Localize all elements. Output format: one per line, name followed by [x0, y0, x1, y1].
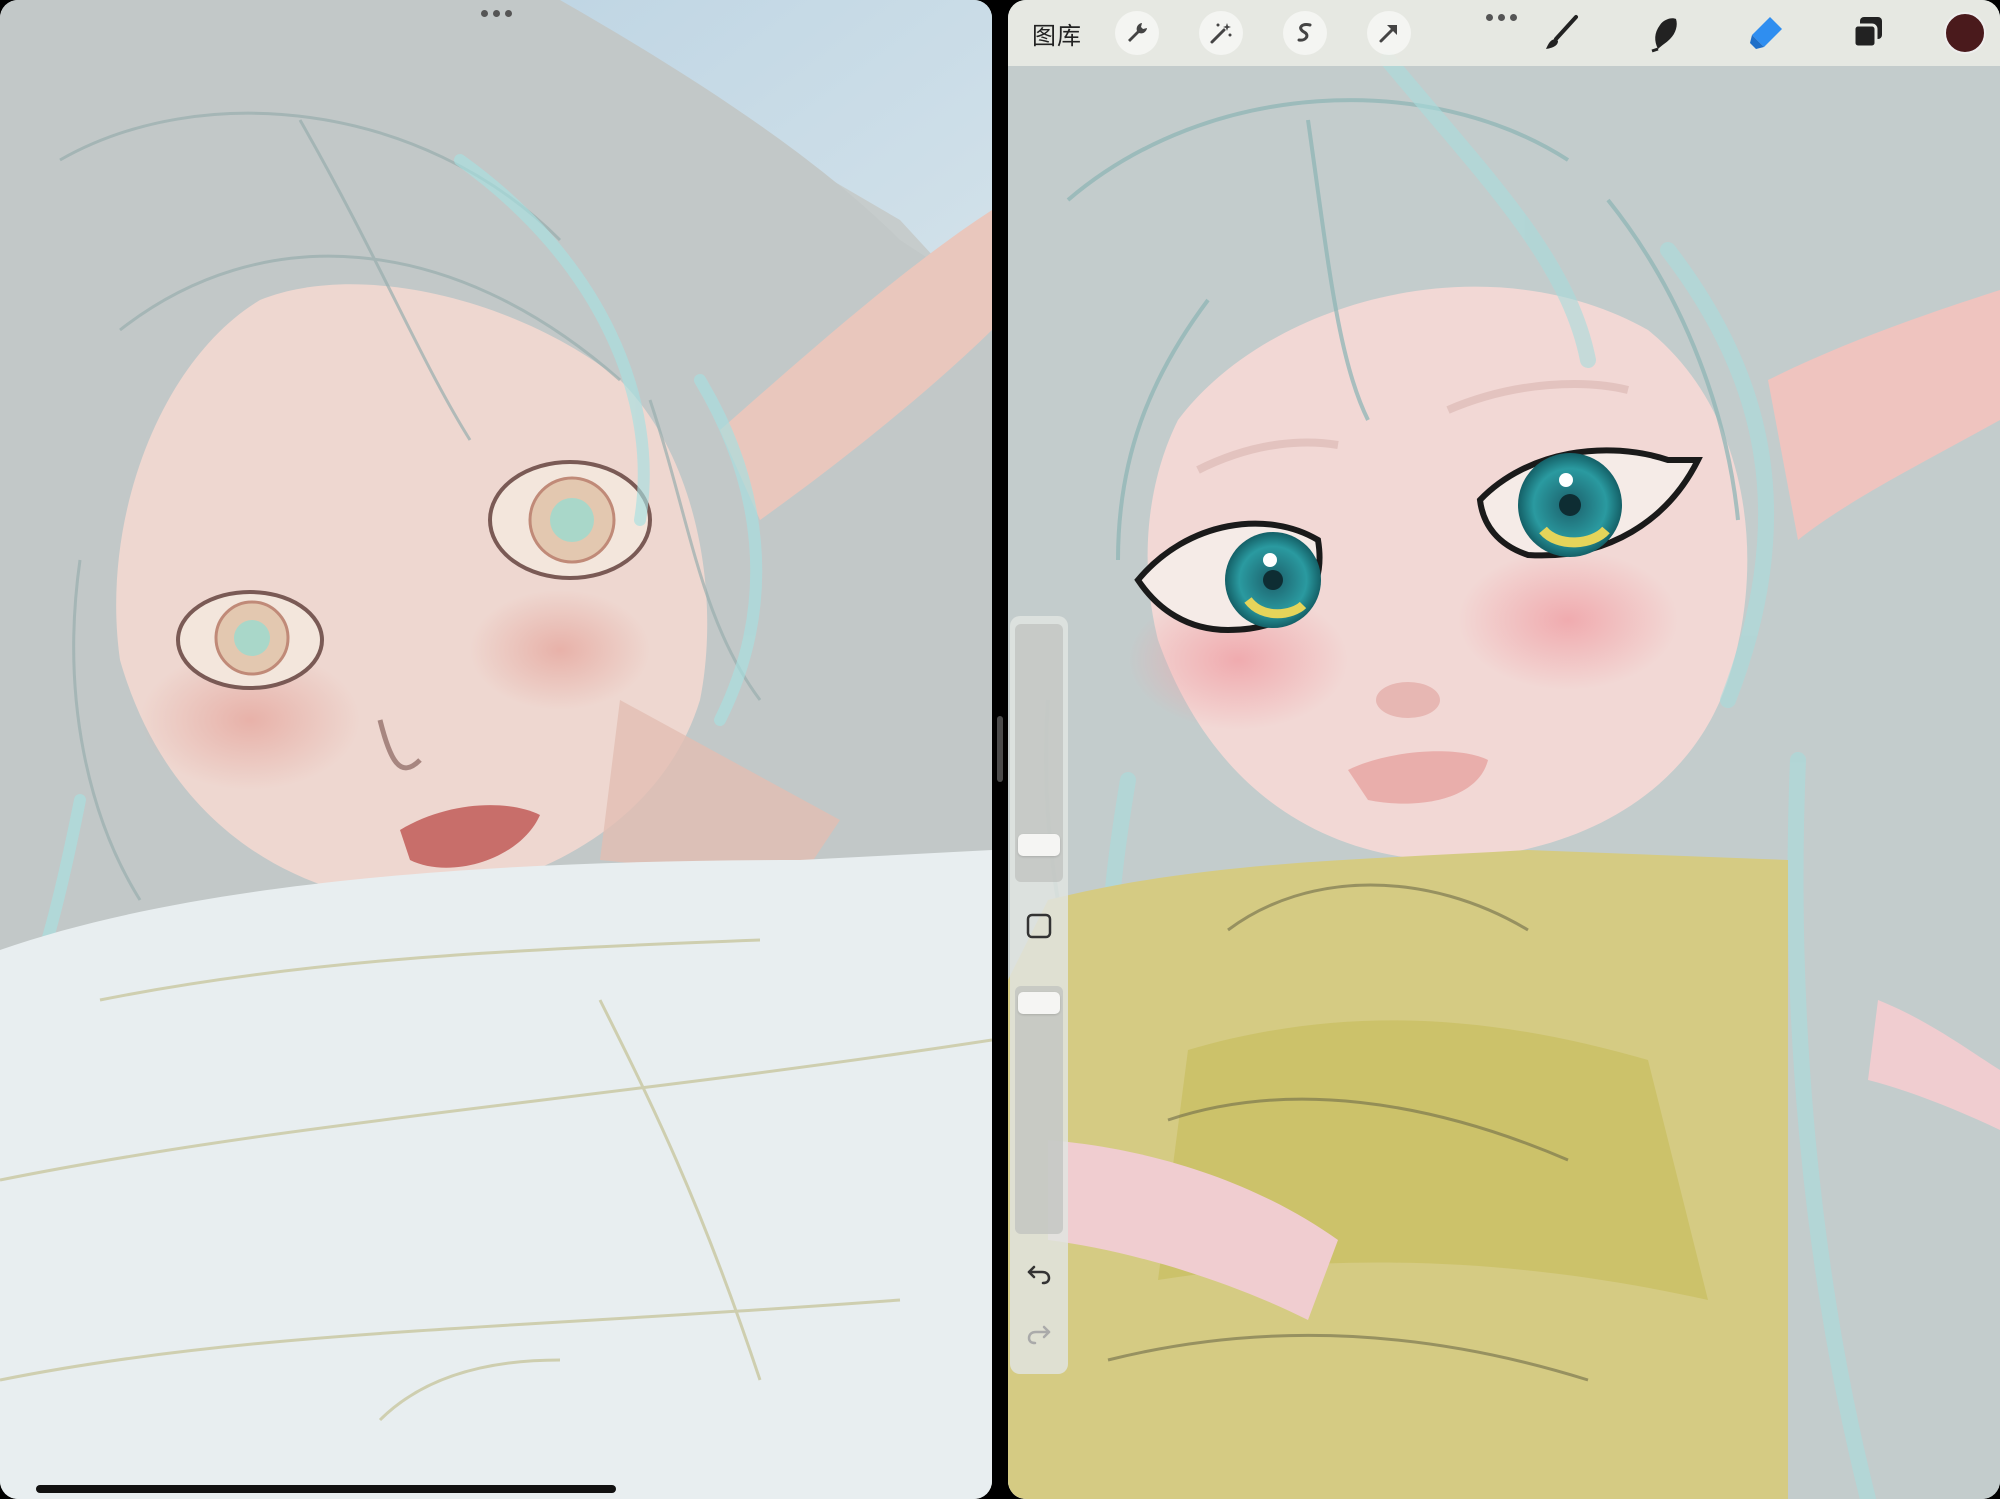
transform-icon	[1379, 25, 1397, 43]
procreate-sidebar	[1010, 616, 1068, 1374]
canvas-artwork[interactable]	[1008, 0, 2000, 1499]
eraser-icon	[1750, 17, 1782, 49]
brush-button[interactable]	[1538, 9, 1586, 57]
selection-icon	[1297, 23, 1312, 42]
procreate-canvas-pane[interactable]: 图库	[1008, 0, 2000, 1499]
layers-button[interactable]	[1844, 9, 1892, 57]
reference-canvas-pane	[0, 0, 992, 1499]
color-picker-button[interactable]	[1944, 12, 1986, 54]
undo-button[interactable]	[1015, 1250, 1063, 1298]
eraser-button[interactable]	[1742, 9, 1790, 57]
smudge-icon	[1651, 18, 1677, 53]
opacity-thumb[interactable]	[1018, 992, 1060, 1014]
modify-button[interactable]	[1015, 902, 1063, 950]
multitask-dots-right[interactable]	[1486, 14, 1517, 21]
brush-icon	[1546, 15, 1578, 49]
brush-size-thumb[interactable]	[1018, 834, 1060, 856]
magic-wand-icon	[1210, 23, 1232, 44]
redo-button[interactable]	[1015, 1310, 1063, 1358]
brush-size-slider[interactable]	[1015, 624, 1063, 882]
adjustments-button[interactable]	[1199, 11, 1243, 55]
multitask-dots-left[interactable]	[481, 10, 512, 17]
transform-button[interactable]	[1367, 11, 1411, 55]
opacity-slider[interactable]	[1015, 986, 1063, 1234]
home-indicator[interactable]	[36, 1485, 616, 1493]
gallery-button[interactable]: 图库	[1032, 16, 1082, 51]
split-view-handle[interactable]	[997, 716, 1003, 782]
procreate-toolbar: 图库	[1008, 0, 2000, 66]
actions-wrench-button[interactable]	[1115, 11, 1159, 55]
redo-icon	[1027, 1325, 1051, 1345]
selection-button[interactable]	[1283, 11, 1327, 55]
wrench-icon	[1128, 23, 1147, 42]
reference-artwork	[0, 0, 992, 1499]
undo-icon	[1027, 1265, 1051, 1285]
layers-icon	[1852, 17, 1882, 49]
square-icon	[1026, 913, 1052, 939]
smudge-button[interactable]	[1640, 9, 1688, 57]
